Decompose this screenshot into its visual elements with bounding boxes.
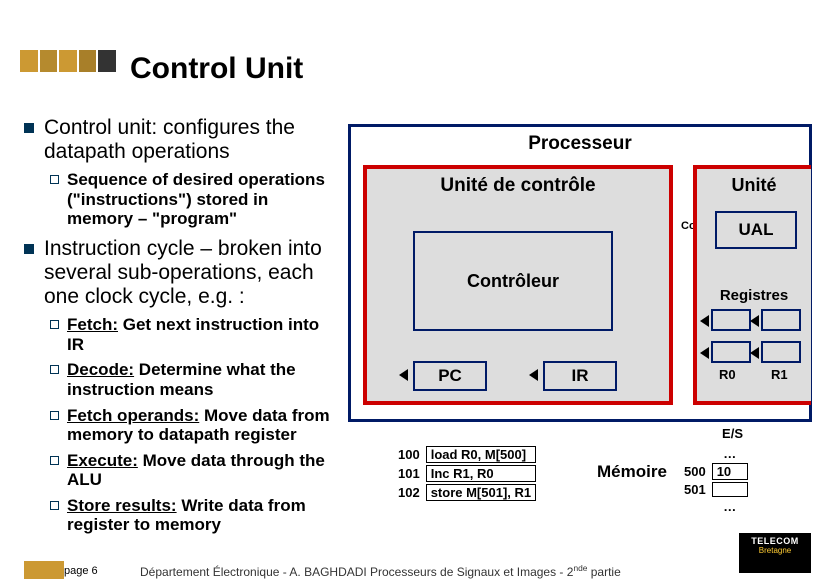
control-unit-label: Unité de contrôle xyxy=(367,175,669,197)
sub-bullet-icon xyxy=(50,501,59,510)
arrow-icon xyxy=(399,369,408,381)
pc-register: PC xyxy=(413,361,487,391)
bullet-icon xyxy=(24,123,34,133)
bullet-text: Control unit: configures the datapath op… xyxy=(44,116,334,164)
memory-label: Mémoire xyxy=(597,462,667,482)
bullet-list: Control unit: configures the datapath op… xyxy=(24,116,334,541)
sub-bullet-text: Sequence of desired operations ("instruc… xyxy=(67,170,334,229)
datapath-box: Unité UAL Registres R0 R1 xyxy=(693,165,811,405)
register-r1 xyxy=(761,341,801,363)
sub-bullet-text: Execute: Move data through the ALU xyxy=(67,451,334,490)
processor-diagram: Processeur Unité de contrôle Contrôleur … xyxy=(348,124,812,422)
registers-label: Registres xyxy=(697,287,811,304)
data-memory-table: … 50010 501 … xyxy=(678,444,750,516)
footer-accent xyxy=(24,561,64,579)
sub-bullet-icon xyxy=(50,411,59,420)
r1-label: R1 xyxy=(771,367,788,382)
arrow-icon xyxy=(529,369,538,381)
page-number: page 6 xyxy=(64,565,98,577)
io-label: E/S xyxy=(722,426,743,441)
header-ornament xyxy=(20,50,116,72)
arrow-icon xyxy=(750,315,759,327)
code-memory-table: 100load R0, M[500] 101Inc R1, R0 102stor… xyxy=(392,444,538,503)
sub-bullet-text: Decode: Determine what the instruction m… xyxy=(67,360,334,399)
sub-bullet-icon xyxy=(50,456,59,465)
alu-box: UAL xyxy=(715,211,797,249)
course-label: Processeurs de Signaux et Images - 2nde … xyxy=(370,563,621,579)
sub-bullet-text: Fetch operands: Move data from memory to… xyxy=(67,406,334,445)
register-box xyxy=(711,309,751,331)
processor-label: Processeur xyxy=(351,133,809,155)
slide-title: Control Unit xyxy=(130,52,303,86)
sub-bullet-text: Store results: Write data from register … xyxy=(67,496,334,535)
sub-bullet-icon xyxy=(50,365,59,374)
r0-label: R0 xyxy=(719,367,736,382)
bullet-icon xyxy=(24,244,34,254)
datapath-label: Unité xyxy=(697,175,811,196)
sub-bullet-text: Fetch: Get next instruction into IR xyxy=(67,315,334,354)
register-r0 xyxy=(711,341,751,363)
controller-box: Contrôleur xyxy=(413,231,613,331)
sub-bullet-icon xyxy=(50,175,59,184)
arrow-icon xyxy=(700,347,709,359)
telecom-logo: TELECOM Bretagne xyxy=(739,533,811,573)
bullet-text: Instruction cycle – broken into several … xyxy=(44,237,334,309)
control-unit-box: Unité de contrôle Contrôleur PC IR xyxy=(363,165,673,405)
register-box xyxy=(761,309,801,331)
arrow-icon xyxy=(750,347,759,359)
department-label: Département Électronique - A. BAGHDADI xyxy=(140,565,367,579)
ir-register: IR xyxy=(543,361,617,391)
arrow-icon xyxy=(700,315,709,327)
sub-bullet-icon xyxy=(50,320,59,329)
